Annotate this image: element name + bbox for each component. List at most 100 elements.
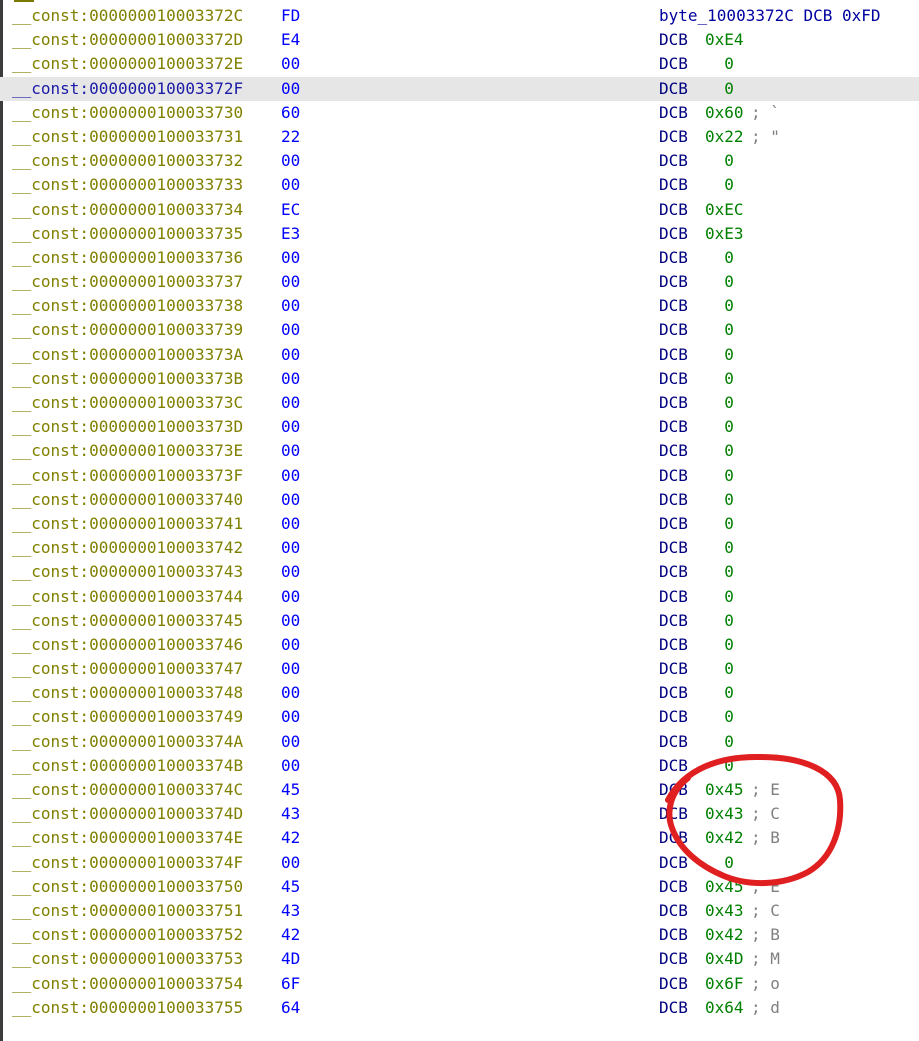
listing-row[interactable]: __const:000000010003372E 00 DCB 0: [0, 52, 919, 76]
address-prefix[interactable]: __const:0000000100033733: [12, 173, 243, 197]
listing-row[interactable]: __const:000000010003373C 00 DCB 0: [0, 391, 919, 415]
listing-row[interactable]: __const:000000010003374F 00 DCB 0: [0, 851, 919, 875]
address-prefix[interactable]: __const:000000010003373D: [12, 415, 243, 439]
address-prefix[interactable]: __const:0000000100033739: [12, 318, 243, 342]
listing-row[interactable]: __const:0000000100033735 E3 DCB 0xE3: [0, 222, 919, 246]
address-prefix[interactable]: __const:0000000100033745: [12, 609, 243, 633]
listing-row[interactable]: __const:000000010003373F 00 DCB 0: [0, 464, 919, 488]
listing-row[interactable]: __const:000000010003372D E4 DCB 0xE4: [0, 28, 919, 52]
address-prefix[interactable]: __const:000000010003373A: [12, 343, 243, 367]
address-prefix[interactable]: __const:0000000100033742: [12, 536, 243, 560]
data-label[interactable]: byte_10003372C DCB 0xFD: [659, 4, 881, 28]
address-prefix[interactable]: __const:0000000100033738: [12, 294, 243, 318]
listing-row[interactable]: __const:0000000100033752 42 DCB 0x42 ; B: [0, 923, 919, 947]
listing-row[interactable]: __const:000000010003372C FD byte_10003372C…: [0, 4, 919, 28]
address-prefix[interactable]: __const:0000000100033755: [12, 996, 243, 1020]
listing-row[interactable]: __const:0000000100033753 4D DCB 0x4D ; M: [0, 947, 919, 971]
listing-row[interactable]: __const:0000000100033733 00 DCB 0: [0, 173, 919, 197]
listing-row[interactable]: __const:000000010003374A 00 DCB 0: [0, 730, 919, 754]
address-prefix[interactable]: __const:0000000100033737: [12, 270, 243, 294]
listing-row[interactable]: __const:0000000100033730 60 DCB 0x60 ; `: [0, 101, 919, 125]
listing-row[interactable]: __const:000000010003373B 00 DCB 0: [0, 367, 919, 391]
listing-row[interactable]: __const:0000000100033740 00 DCB 0: [0, 488, 919, 512]
address-prefix[interactable]: __const:000000010003373C: [12, 391, 243, 415]
address-prefix[interactable]: __const:000000010003372F: [12, 77, 243, 101]
directive: DCB: [659, 465, 688, 485]
listing-row[interactable]: __const:000000010003373A 00 DCB 0: [0, 343, 919, 367]
address-prefix[interactable]: __const:0000000100033752: [12, 923, 243, 947]
listing-row[interactable]: __const:0000000100033734 EC DCB 0xEC: [0, 198, 919, 222]
directive: DCB: [659, 199, 688, 219]
address-prefix[interactable]: __const:000000010003372C: [12, 4, 243, 28]
address-prefix[interactable]: __const:0000000100033753: [12, 947, 243, 971]
listing-row[interactable]: __const:0000000100033746 00 DCB 0: [0, 633, 919, 657]
byte-value: 00: [281, 634, 301, 654]
address-prefix[interactable]: __const:000000010003372E: [12, 52, 243, 76]
listing-row[interactable]: __const:000000010003373E 00 DCB 0: [0, 439, 919, 463]
listing-row[interactable]: __const:0000000100033750 45 DCB 0x45 ; E: [0, 875, 919, 899]
listing-row[interactable]: __const:0000000100033741 00 DCB 0: [0, 512, 919, 536]
byte-value: 00: [281, 683, 301, 703]
address-prefix[interactable]: __const:000000010003374D: [12, 802, 243, 826]
disassembly-view[interactable]: __const:000000010003372C FD byte_10003372C…: [0, 0, 919, 1041]
address-prefix[interactable]: __const:0000000100033754: [12, 972, 243, 996]
listing-row[interactable]: __const:0000000100033745 00 DCB 0: [0, 609, 919, 633]
listing-row[interactable]: __const:000000010003374E 42 DCB 0x42 ; B: [0, 826, 919, 850]
listing-row[interactable]: __const:000000010003374D 43 DCB 0x43 ; C: [0, 802, 919, 826]
byte-value: 00: [281, 393, 301, 412]
address-prefix[interactable]: __const:0000000100033740: [12, 488, 243, 512]
address-prefix[interactable]: __const:0000000100033750: [12, 875, 243, 899]
listing-row[interactable]: __const:0000000100033755 64 DCB 0x64 ; d: [0, 996, 919, 1020]
directive: DCB: [659, 151, 688, 171]
address-prefix[interactable]: __const:000000010003374B: [12, 754, 243, 778]
listing-row[interactable]: __const:0000000100033743 00 DCB 0: [0, 560, 919, 584]
address-prefix[interactable]: __const:0000000100033746: [12, 633, 243, 657]
operand: 0: [705, 852, 734, 872]
address-prefix[interactable]: __const:0000000100033744: [12, 585, 243, 609]
address-prefix[interactable]: __const:0000000100033734: [12, 198, 243, 222]
address-prefix[interactable]: __const:000000010003374A: [12, 730, 243, 754]
directive: DCB: [659, 610, 688, 630]
address-prefix[interactable]: __const:0000000100033747: [12, 657, 243, 681]
address-prefix[interactable]: __const:000000010003374E: [12, 826, 243, 850]
view-top-tick: [14, 0, 34, 2]
address-prefix[interactable]: __const:000000010003373F: [12, 464, 243, 488]
listing-row[interactable]: __const:0000000100033754 6F DCB 0x6F ; o: [0, 972, 919, 996]
address-prefix[interactable]: __const:0000000100033741: [12, 512, 243, 536]
address-prefix[interactable]: __const:0000000100033743: [12, 560, 243, 584]
listing-row[interactable]: __const:0000000100033732 00 DCB 0: [0, 149, 919, 173]
listing-row[interactable]: __const:000000010003374B 00 DCB 0: [0, 754, 919, 778]
listing-row[interactable]: __const:0000000100033731 22 DCB 0x22 ; ": [0, 125, 919, 149]
listing-row[interactable]: __const:000000010003373D 00 DCB 0: [0, 415, 919, 439]
address-prefix[interactable]: __const:000000010003373E: [12, 439, 243, 463]
listing-row[interactable]: __const:0000000100033736 00 DCB 0: [0, 246, 919, 270]
listing-row[interactable]: __const:0000000100033751 43 DCB 0x43 ; C: [0, 899, 919, 923]
address-prefix[interactable]: __const:0000000100033730: [12, 101, 243, 125]
comment: ; E: [751, 876, 780, 896]
operand: 0: [705, 755, 734, 775]
byte-value: 60: [281, 102, 301, 122]
address-prefix[interactable]: __const:0000000100033736: [12, 246, 243, 270]
listing-row[interactable]: __const:000000010003372F 00 DCB 0: [0, 76, 919, 101]
listing-row[interactable]: __const:0000000100033738 00 DCB 0: [0, 294, 919, 318]
address-prefix[interactable]: __const:000000010003372D: [12, 28, 243, 52]
address-prefix[interactable]: __const:0000000100033748: [12, 681, 243, 705]
listing-row[interactable]: __const:0000000100033742 00 DCB 0: [0, 536, 919, 560]
listing-row[interactable]: __const:0000000100033747 00 DCB 0: [0, 657, 919, 681]
address-prefix[interactable]: __const:0000000100033749: [12, 705, 243, 729]
listing-rows[interactable]: __const:000000010003372C FD byte_10003372C…: [0, 4, 919, 1020]
address-prefix[interactable]: __const:000000010003373B: [12, 367, 243, 391]
address-prefix[interactable]: __const:0000000100033735: [12, 222, 243, 246]
address-prefix[interactable]: __const:0000000100033751: [12, 899, 243, 923]
address-prefix[interactable]: __const:000000010003374C: [12, 778, 243, 802]
listing-row[interactable]: __const:0000000100033749 00 DCB 0: [0, 705, 919, 729]
address-prefix[interactable]: __const:000000010003374F: [12, 851, 243, 875]
listing-row[interactable]: __const:0000000100033748 00 DCB 0: [0, 681, 919, 705]
address-prefix[interactable]: __const:0000000100033731: [12, 125, 243, 149]
listing-row[interactable]: __const:000000010003374C 45 DCB 0x45 ; E: [0, 778, 919, 802]
byte-value: 22: [281, 126, 301, 146]
address-prefix[interactable]: __const:0000000100033732: [12, 149, 243, 173]
listing-row[interactable]: __const:0000000100033737 00 DCB 0: [0, 270, 919, 294]
listing-row[interactable]: __const:0000000100033744 00 DCB 0: [0, 585, 919, 609]
listing-row[interactable]: __const:0000000100033739 00 DCB 0: [0, 318, 919, 342]
